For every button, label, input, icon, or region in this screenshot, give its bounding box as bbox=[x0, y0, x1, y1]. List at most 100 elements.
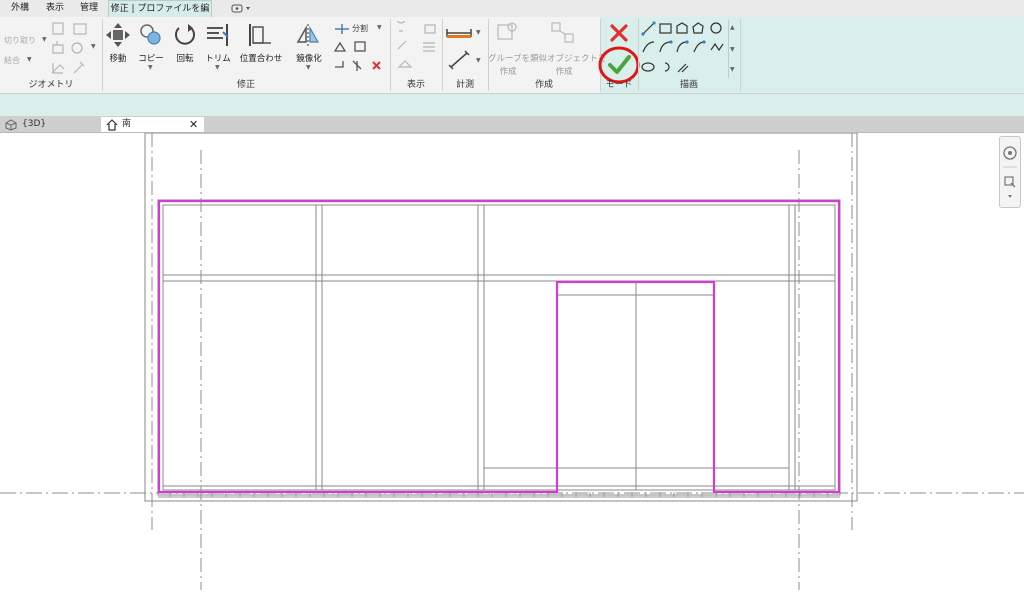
split-icon[interactable] bbox=[334, 22, 350, 36]
copy-icon[interactable] bbox=[138, 22, 164, 48]
split-dropdown-icon[interactable]: ▼ bbox=[377, 24, 382, 31]
split-face-icon bbox=[52, 41, 64, 54]
measure-dropdown-icon[interactable]: ▼ bbox=[476, 29, 481, 36]
finish-check-icon bbox=[608, 55, 631, 74]
rotate-icon[interactable] bbox=[172, 22, 198, 48]
cancel-edit-icon[interactable] bbox=[608, 23, 632, 43]
trim-icon[interactable] bbox=[205, 22, 233, 48]
panel-geometry-label: ジオメトリ bbox=[28, 80, 74, 90]
panel-modify-label: 修正 bbox=[236, 80, 255, 90]
create-group-icon[interactable] bbox=[496, 21, 520, 45]
panel-create-label: 作成 bbox=[534, 80, 553, 90]
move-button[interactable]: 移動 bbox=[104, 52, 132, 64]
mirror-dropdown-icon[interactable]: ▼ bbox=[306, 64, 311, 71]
gallery-up-icon[interactable]: ▲ bbox=[730, 24, 735, 31]
view-tab-south[interactable]: 南 ✕ bbox=[101, 117, 204, 132]
view-tab-3d[interactable]: {3D} bbox=[0, 117, 100, 132]
delete-icon bbox=[372, 61, 381, 70]
copy-dropdown-icon[interactable]: ▼ bbox=[148, 64, 153, 71]
align-icon[interactable] bbox=[247, 22, 273, 48]
draw-tools-gallery[interactable] bbox=[640, 20, 728, 76]
linework-icon bbox=[397, 40, 407, 50]
create-similar-label-line2: 作成 bbox=[555, 67, 573, 77]
wall-outer-outline bbox=[144, 133, 858, 502]
cope-icon bbox=[52, 22, 64, 35]
copy-button[interactable]: コピー bbox=[136, 52, 166, 64]
pick-lines-icon bbox=[677, 63, 689, 73]
panel-draw-label: 描画 bbox=[679, 80, 698, 90]
mirror-icon[interactable] bbox=[296, 22, 322, 48]
panel-measure-label: 計測 bbox=[455, 80, 474, 90]
tab-view[interactable]: 表示 bbox=[40, 0, 70, 17]
lightbulb-icon bbox=[396, 21, 406, 32]
join-dropdown-icon[interactable]: ▼ bbox=[27, 56, 32, 63]
join-geometry-button[interactable]: 結合 bbox=[4, 55, 20, 66]
create-group-button[interactable]: グループを bbox=[488, 52, 530, 64]
hide-icon bbox=[424, 24, 436, 34]
curtain-wall-geometry bbox=[144, 133, 858, 502]
elevation-view-icon bbox=[106, 119, 118, 131]
quick-access-dropdown[interactable] bbox=[228, 0, 254, 17]
trim-button[interactable]: トリム bbox=[203, 52, 233, 64]
paint-icon bbox=[71, 42, 83, 54]
panel-view-label: 表示 bbox=[406, 80, 425, 90]
geometry-dropdown-icon[interactable]: ▼ bbox=[91, 43, 96, 50]
cut-geometry-button[interactable]: 切り取り bbox=[4, 35, 36, 46]
menu-tab-strip: 外構 表示 管理 修正 | プロファイルを編集 bbox=[0, 0, 1024, 31]
zoom-dropdown-icon bbox=[1008, 195, 1012, 198]
rectangle-icon bbox=[659, 23, 672, 34]
scale-icon bbox=[354, 41, 366, 52]
geometry-small-icons bbox=[51, 22, 87, 74]
gallery-down-icon[interactable]: ▼ bbox=[730, 46, 735, 53]
tab-modify-edit-profile[interactable]: 修正 | プロファイルを編集 bbox=[108, 0, 212, 31]
tab-exterior[interactable]: 外構 bbox=[5, 0, 35, 17]
demolish-icon bbox=[73, 61, 85, 74]
filter-icon bbox=[397, 60, 413, 68]
close-view-tab-icon[interactable]: ✕ bbox=[189, 117, 198, 132]
mirror-button[interactable]: 鏡像化 bbox=[292, 52, 326, 64]
modify-small-icons bbox=[333, 41, 381, 71]
override-icon bbox=[423, 42, 435, 52]
nav-bar-icons bbox=[1003, 146, 1017, 198]
partial-ellipse-icon bbox=[664, 62, 670, 72]
create-similar-button[interactable]: 類似オブジェクトを bbox=[530, 52, 607, 64]
options-bar bbox=[0, 94, 1024, 117]
wall-joins-icon bbox=[51, 63, 65, 74]
highlight-circle bbox=[598, 46, 640, 84]
split-button[interactable]: 分割 bbox=[352, 23, 368, 34]
cut-icon bbox=[73, 23, 87, 35]
view-small-icons bbox=[396, 21, 436, 68]
view-tab-south-label: 南 bbox=[122, 119, 132, 129]
pin-icon bbox=[335, 61, 344, 68]
dimension-dropdown-icon[interactable]: ▼ bbox=[476, 57, 481, 64]
circle-icon bbox=[710, 22, 722, 34]
navigation-bar bbox=[999, 136, 1021, 208]
circumscribed-polygon-icon bbox=[692, 22, 704, 34]
create-similar-icon[interactable] bbox=[550, 21, 576, 45]
tangent-arc-icon bbox=[676, 41, 688, 53]
fillet-arc-icon bbox=[693, 41, 705, 53]
trim-dropdown-icon[interactable]: ▼ bbox=[215, 64, 220, 71]
move-icon[interactable] bbox=[105, 22, 131, 48]
measure-icons[interactable] bbox=[445, 23, 475, 75]
spline-icon bbox=[710, 42, 724, 52]
view-tab-strip: {3D} 南 ✕ bbox=[0, 117, 1024, 133]
start-end-arc-icon bbox=[642, 41, 655, 53]
ellipse-icon bbox=[641, 62, 655, 72]
center-arc-icon bbox=[659, 41, 672, 53]
inscribed-polygon-icon bbox=[676, 22, 688, 34]
tab-manage[interactable]: 管理 bbox=[74, 0, 104, 17]
gallery-expand-icon[interactable]: ▼ bbox=[730, 66, 735, 73]
edit-profile-sketch[interactable] bbox=[157, 199, 841, 494]
line-icon bbox=[642, 22, 655, 35]
create-group-label-line2: 作成 bbox=[499, 67, 517, 77]
drawing-canvas[interactable] bbox=[0, 133, 1024, 592]
panel-mode-label: モード bbox=[605, 80, 633, 90]
align-button[interactable]: 位置合わせ bbox=[237, 52, 285, 64]
ribbon: 切り取り ▼ 結合 ▼ ▼ ジオメトリ 移動 コピー ▼ 回転 トリム ▼ 位置… bbox=[0, 17, 1024, 94]
draw-gallery-scroll[interactable]: ▲ ▼ ▼ bbox=[728, 20, 738, 78]
unpin-icon bbox=[352, 60, 362, 71]
rotate-button[interactable]: 回転 bbox=[170, 52, 200, 64]
view-tab-3d-label: {3D} bbox=[22, 119, 47, 129]
cut-dropdown-icon[interactable]: ▼ bbox=[42, 36, 47, 43]
